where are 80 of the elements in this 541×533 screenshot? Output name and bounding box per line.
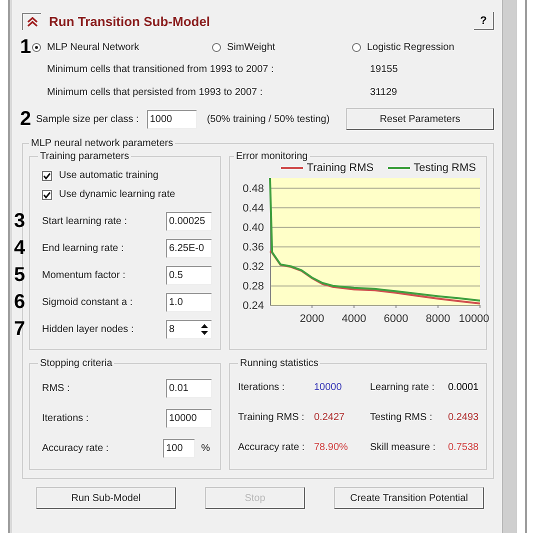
count-value: 31129 <box>370 87 398 98</box>
field-label: End learning rate : <box>42 243 125 254</box>
double-chevron-up-icon <box>26 16 38 26</box>
x-tick-label: 4000 <box>342 313 366 325</box>
step-number: 7 <box>14 319 26 339</box>
radio-button[interactable] <box>212 42 221 52</box>
stat-value: 0.2427 <box>314 411 346 425</box>
group-title: Error monitoring <box>235 151 309 162</box>
y-tick-label: 0.24 <box>242 300 264 312</box>
count-label: Minimum cells that persisted from 1993 to 2007 : <box>47 87 264 98</box>
radio-button[interactable] <box>32 42 41 52</box>
field-label: Sample size per class : <box>36 114 139 124</box>
field-label: Hidden layer nodes : <box>42 324 135 335</box>
group-title: Training parameters <box>39 151 130 162</box>
reset-parameters-button[interactable]: Reset Parameters <box>346 108 494 130</box>
radio-label[interactable]: SimWeight <box>227 42 276 52</box>
radio-label[interactable]: Logistic Regression <box>367 42 454 52</box>
step-number: 4 <box>14 238 26 258</box>
x-tick-label: 10000 <box>458 313 490 325</box>
step-number: 5 <box>14 265 26 285</box>
stat-label: Skill measure : <box>370 441 437 455</box>
stat-value: 0.2493 <box>448 411 479 425</box>
stat-label: Accuracy rate : <box>238 441 306 455</box>
sample-size-field[interactable]: 1000 <box>146 110 197 128</box>
count-value: 19155 <box>370 64 398 75</box>
x-tick-label: 8000 <box>426 313 450 325</box>
y-tick-label: 0.36 <box>242 241 264 254</box>
y-tick-label: 0.40 <box>242 222 264 234</box>
stat-label: Learning rate : <box>370 381 436 395</box>
x-tick-label: 6000 <box>384 313 408 325</box>
sample-note: (50% training / 50% testing) <box>206 114 331 124</box>
checkbox[interactable] <box>42 190 52 200</box>
unit-label: % <box>201 442 210 454</box>
spin-field[interactable]: 8 <box>166 320 212 339</box>
stat-label: Testing RMS : <box>370 411 434 425</box>
input-field[interactable]: 0.01 <box>166 378 212 398</box>
y-tick-label: 0.32 <box>242 260 264 273</box>
stat-value: 10000 <box>314 381 343 395</box>
checkbox-label[interactable]: Use automatic training <box>59 170 158 181</box>
group-title: Stopping criteria <box>39 358 114 369</box>
field-label: Iterations : <box>42 412 90 424</box>
field-label: Momentum factor : <box>42 270 126 281</box>
group-title: MLP neural network parameters <box>30 138 174 149</box>
legend-label: Training RMS <box>306 162 374 174</box>
checkbox-label[interactable]: Use dynamic learning rate <box>59 189 176 200</box>
y-tick-label: 0.28 <box>242 280 264 292</box>
field-label: Accuracy rate : <box>42 442 110 454</box>
group-title: Running statistics <box>239 358 320 369</box>
spin-arrows-icon[interactable] <box>200 323 209 336</box>
action-button[interactable]: Create Transition Potential <box>334 487 484 509</box>
field-label: RMS : <box>42 382 71 394</box>
input-field[interactable]: 10000 <box>166 408 212 428</box>
input-field[interactable]: 100 <box>163 438 196 458</box>
input-field[interactable]: 0.00025 <box>166 212 212 231</box>
help-button[interactable]: ? <box>474 12 494 30</box>
action-button[interactable]: Run Sub-Model <box>36 487 176 509</box>
radio-button[interactable] <box>352 42 361 52</box>
x-tick-label: 2000 <box>300 313 324 325</box>
stat-value: 78.90% <box>314 441 349 455</box>
step-number: 1 <box>20 37 32 57</box>
input-field[interactable]: 0.5 <box>166 266 212 285</box>
stat-value: 0.0001 <box>448 381 479 395</box>
stat-label: Training RMS : <box>238 411 306 425</box>
y-tick-label: 0.44 <box>242 202 264 214</box>
stat-value: 0.7538 <box>448 441 479 455</box>
step-number: 3 <box>14 211 26 231</box>
y-tick-label: 0.48 <box>242 182 264 195</box>
panel-title: Run Transition Sub-Model <box>49 14 212 28</box>
legend-label: Testing RMS <box>414 162 476 174</box>
checkbox[interactable] <box>42 170 52 180</box>
collapse-button[interactable] <box>22 12 41 30</box>
input-field[interactable]: 6.25E-0 <box>166 239 212 258</box>
step-number: 6 <box>14 292 26 312</box>
input-field[interactable]: 1.0 <box>166 293 212 312</box>
radio-label[interactable]: MLP Neural Network <box>47 42 140 52</box>
stat-label: Iterations : <box>238 381 286 395</box>
field-label: Sigmoid constant a : <box>42 297 134 308</box>
field-label: Start learning rate : <box>42 216 128 227</box>
step-number: 2 <box>20 109 32 129</box>
count-label: Minimum cells that transitioned from 1993 to 2007 : <box>47 64 275 75</box>
